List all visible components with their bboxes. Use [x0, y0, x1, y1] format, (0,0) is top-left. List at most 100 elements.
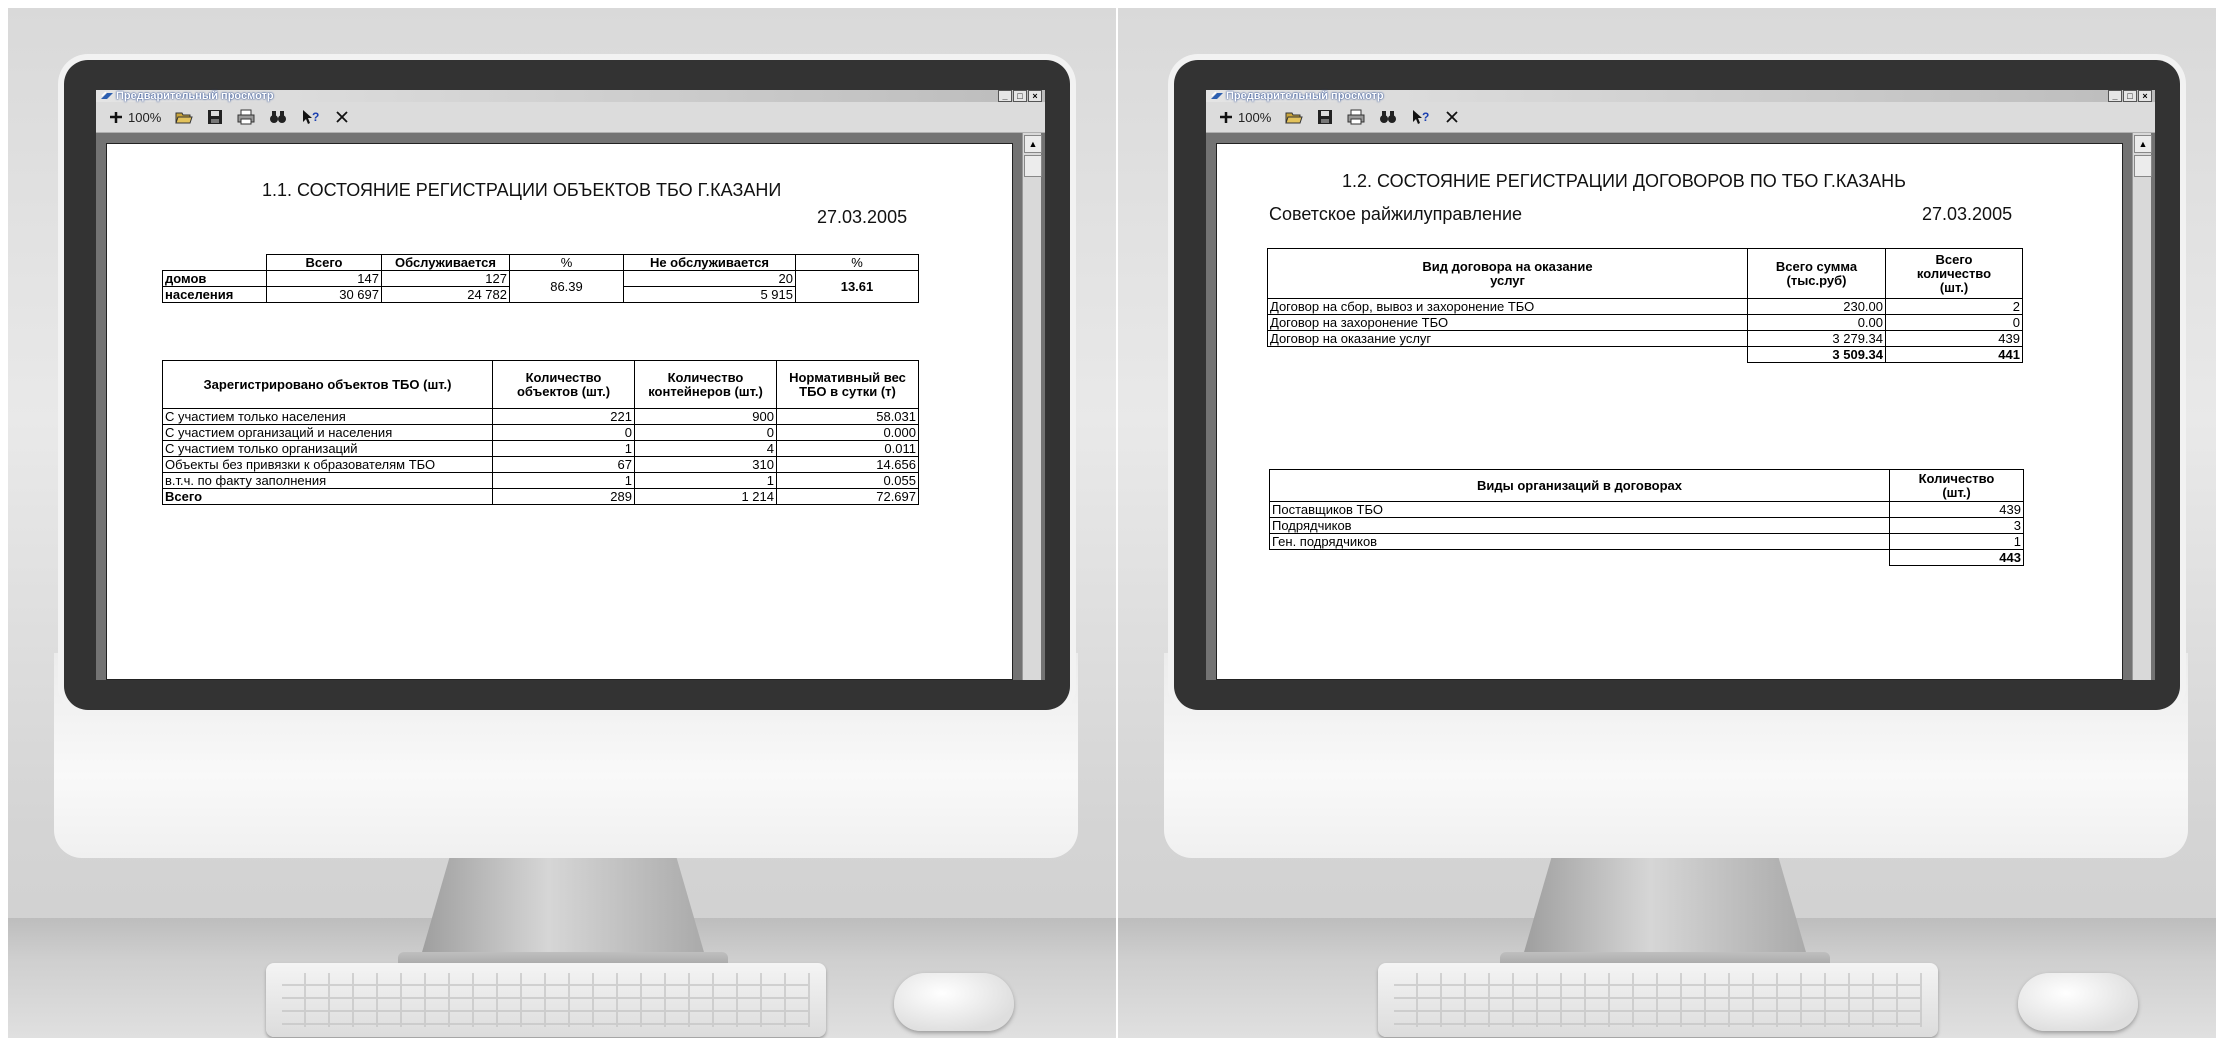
cell-weight: 58.031 [776, 408, 919, 425]
table-header: % [795, 254, 919, 271]
keyboard [1378, 963, 1938, 1037]
orgs-table: Виды организаций в договорах Количество … [1269, 469, 2024, 566]
cell-served-pct: 86.39 [509, 270, 624, 303]
vertical-scrollbar[interactable]: ▲ [2132, 133, 2152, 680]
window-titlebar[interactable]: Предварительный просмотр _ □ × [1206, 90, 2155, 102]
table-total-row: Всего 289 1 214 72.697 [162, 488, 919, 505]
table-header: Количество объектов (шт.) [492, 360, 635, 409]
open-folder-icon[interactable] [175, 109, 193, 125]
cell-objects: 67 [492, 456, 635, 473]
cell-containers: 310 [634, 456, 777, 473]
cell-weight: 0.055 [776, 472, 919, 489]
maximize-button[interactable]: □ [2123, 90, 2137, 102]
cell-total-sum: 3 509.34 [1747, 346, 1886, 363]
report-title: 1.1. СОСТОЯНИЕ РЕГИСТРАЦИИ ОБЪЕКТОВ ТБО … [262, 180, 782, 200]
scroll-thumb[interactable] [1024, 155, 1042, 177]
table-row: в.т.ч. по факту заполнения 1 1 0.055 [162, 472, 919, 489]
find-binoculars-icon[interactable] [1379, 109, 1397, 125]
table-header: % [509, 254, 624, 271]
table-row: Договор на оказание услуг 3 279.34 439 [1267, 330, 2023, 347]
mouse [2018, 973, 2138, 1031]
print-icon[interactable] [237, 109, 255, 125]
app-icon [101, 91, 113, 99]
row-label: С участием только населения [162, 408, 493, 425]
cell-containers: 900 [634, 408, 777, 425]
table-total-row: 3 509.34 441 [1268, 346, 2023, 363]
zoom-tool-icon[interactable] [1218, 109, 1234, 125]
row-label: населения [162, 286, 267, 303]
table-total-row: 443 [1270, 549, 2024, 566]
table-row: Поставщиков ТБО 439 [1269, 501, 2024, 518]
cell-count: 1 [1889, 533, 2024, 550]
close-icon[interactable] [1445, 110, 1459, 124]
objects-table: Зарегистрировано объектов ТБО (шт.) Коли… [162, 360, 919, 505]
preview-toolbar: 100% ? [1206, 102, 2155, 133]
table-header-row: Всего Обслуживается % Не обслуживается % [163, 254, 919, 271]
table-row: Договор на захоронение ТБО 0.00 0 [1267, 314, 2023, 331]
table-row: Договор на сбор, вывоз и захоронение ТБО… [1267, 298, 2023, 315]
table-header-row: Вид договора на оказание услуг Всего сум… [1267, 248, 2023, 299]
app-icon [1211, 91, 1223, 99]
cell-objects: 289 [492, 488, 635, 505]
preview-area: 1.1. СОСТОЯНИЕ РЕГИСТРАЦИИ ОБЪЕКТОВ ТБО … [96, 133, 1045, 680]
zoom-level[interactable]: 100% [1238, 110, 1271, 125]
cell-objects: 1 [492, 440, 635, 457]
monitor-stand [418, 846, 708, 966]
report-date: 27.03.2005 [1922, 204, 2013, 224]
preview-window: Предварительный просмотр _ □ × 100% ? 1.… [1206, 90, 2155, 680]
table-header: Всего [266, 254, 382, 271]
close-window-button[interactable]: × [1028, 90, 1042, 102]
close-window-button[interactable]: × [2138, 90, 2152, 102]
maximize-button[interactable]: □ [1013, 90, 1027, 102]
scroll-up-icon[interactable]: ▲ [1024, 135, 1042, 153]
table-header: Количество контейнеров (шт.) [634, 360, 777, 409]
cell-containers: 1 [634, 472, 777, 489]
open-folder-icon[interactable] [1285, 109, 1303, 125]
scroll-up-icon[interactable]: ▲ [2134, 135, 2152, 153]
close-icon[interactable] [335, 110, 349, 124]
cell-sum: 0.00 [1747, 314, 1886, 331]
svg-text:?: ? [1422, 110, 1429, 124]
cell-weight: 0.011 [776, 440, 919, 457]
context-help-icon[interactable]: ? [301, 109, 321, 125]
table-header [163, 255, 267, 271]
report-page: 1.1. СОСТОЯНИЕ РЕГИСТРАЦИИ ОБЪЕКТОВ ТБО … [106, 143, 1013, 680]
table-header: Количество (шт.) [1889, 469, 2024, 502]
find-binoculars-icon[interactable] [269, 109, 287, 125]
minimize-button[interactable]: _ [998, 90, 1012, 102]
cell-sum: 3 279.34 [1747, 330, 1886, 347]
row-label: Ген. подрядчиков [1269, 533, 1890, 550]
scroll-thumb[interactable] [2134, 155, 2152, 177]
report-date: 27.03.2005 [817, 207, 908, 227]
context-help-icon[interactable]: ? [1411, 109, 1431, 125]
cell-containers: 1 214 [634, 488, 777, 505]
row-label: С участием организаций и населения [162, 424, 493, 441]
zoom-level[interactable]: 100% [128, 110, 161, 125]
empty-cell [1268, 347, 1748, 363]
table-header: Нормативный вес ТБО в сутки (т) [776, 360, 919, 409]
row-label: Подрядчиков [1269, 517, 1890, 534]
preview-toolbar: 100% ? [96, 102, 1045, 133]
empty-cell [1270, 550, 1890, 566]
cell-not-served-pct: 13.61 [795, 270, 919, 303]
cell-total: 147 [266, 270, 382, 287]
window-titlebar[interactable]: Предварительный просмотр _ □ × [96, 90, 1045, 102]
table-header: Вид договора на оказание услуг [1267, 248, 1748, 299]
preview-window: Предварительный просмотр _ □ × 100% ? 1.… [96, 90, 1045, 680]
cell-not-served: 5 915 [623, 286, 796, 303]
save-icon[interactable] [1317, 109, 1333, 125]
keyboard [266, 963, 826, 1037]
cell-count: 0 [1885, 314, 2023, 331]
monitor-bezel: Предварительный просмотр _ □ × 100% ? 1.… [1174, 60, 2180, 710]
window-title: Предварительный просмотр [116, 90, 274, 102]
minimize-button[interactable]: _ [2108, 90, 2122, 102]
print-icon[interactable] [1347, 109, 1365, 125]
cell-weight: 0.000 [776, 424, 919, 441]
zoom-tool-icon[interactable] [108, 109, 124, 125]
row-label: в.т.ч. по факту заполнения [162, 472, 493, 489]
table-header: Не обслуживается [623, 254, 796, 271]
vertical-scrollbar[interactable]: ▲ [1022, 133, 1042, 680]
save-icon[interactable] [207, 109, 223, 125]
table-header: Виды организаций в договорах [1269, 469, 1890, 502]
svg-text:?: ? [312, 110, 319, 124]
